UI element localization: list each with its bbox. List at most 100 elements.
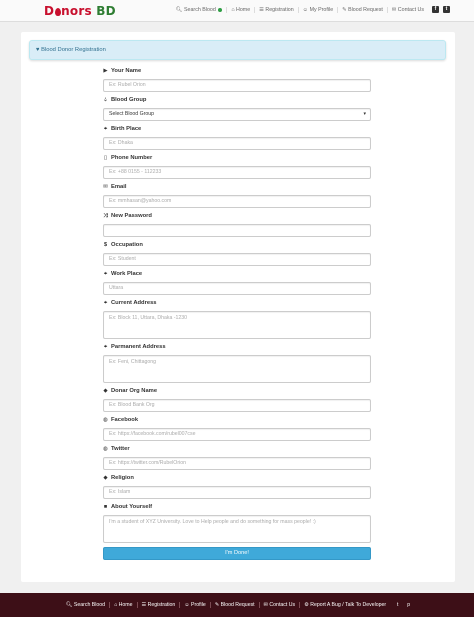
current-address-textarea[interactable]: Ex: Block 11, Uttara, Dhaka -1230 — [103, 311, 371, 339]
twitter-input[interactable]: Ex: https://twitter.com/RubelOrion — [103, 457, 371, 470]
religion-input[interactable]: Ex: Islam — [103, 486, 371, 499]
nav-home-label: Home — [236, 6, 251, 13]
user-icon: ☺ — [184, 602, 190, 608]
submit-button[interactable]: I'm Done! — [103, 547, 371, 560]
field-donar-org: ◆ Donar Org Name Ex: Blood Bank Org — [103, 387, 371, 412]
nav-contact-label: Contact Us — [397, 6, 424, 13]
envelope-icon: ✉ — [263, 602, 268, 608]
caret-down-icon: ▾ — [363, 111, 366, 117]
email-label-row: ✉ Email — [103, 183, 371, 191]
name-input[interactable]: Ex: Rubel Orion — [103, 79, 371, 92]
footer-home-label: Home — [118, 602, 133, 608]
search-icon: 🔍︎ — [175, 6, 183, 13]
org-label: Donar Org Name — [111, 388, 158, 394]
religion-label-row: ◆ Religion — [103, 474, 371, 482]
field-religion: ◆ Religion Ex: Islam — [103, 474, 371, 499]
footer-blood-request[interactable]: ✎ Blood Request — [209, 602, 259, 608]
footer-registration[interactable]: ☰ Registration — [136, 602, 180, 608]
password-label-row: ⤨ New Password — [103, 212, 371, 220]
nav-my-profile[interactable]: ☺ My Profile — [297, 6, 337, 13]
org-label-row: ◆ Donar Org Name — [103, 387, 371, 395]
twitter-label-row: ◍ Twitter — [103, 445, 371, 453]
map-marker-icon: ⌖ — [103, 300, 108, 306]
footer-bar: 🔍︎ Search Blood ⌂ Home ☰ Registration ☺ … — [0, 593, 474, 617]
online-dot-icon — [218, 7, 223, 12]
about-label-row: ■ About Yourself — [103, 503, 371, 511]
top-nav-links: 🔍︎ Search Blood ⌂ Home ☰ Registration ☺ My P… — [172, 6, 450, 13]
email-label: Email — [111, 184, 127, 190]
dollar-icon: $ — [103, 242, 108, 248]
brand-logo[interactable]: Dnors BD — [44, 4, 116, 18]
map-marker-icon: ⌖ — [103, 126, 108, 132]
map-marker-icon: ⌖ — [103, 271, 108, 277]
about-label: About Yourself — [111, 504, 153, 510]
map-marker-icon: ⌖ — [103, 344, 108, 350]
permanent-label-row: ⌖ Parmanent Address — [103, 343, 371, 351]
nav-contact-us[interactable]: ✉ Contact Us — [386, 6, 428, 13]
about-textarea[interactable]: I'm a student of XYZ University. Love to… — [103, 515, 371, 543]
mobile-icon: ▯ — [103, 155, 108, 161]
globe-icon: ◍ — [103, 417, 108, 423]
footer-registration-label: Registration — [147, 602, 176, 608]
nav-search-blood[interactable]: 🔍︎ Search Blood — [172, 7, 227, 13]
twitter-label: Twitter — [111, 446, 130, 452]
envelope-icon: ✉ — [103, 184, 108, 190]
field-birth-place: ⌖ Birth Place Ex: Dhaka — [103, 125, 371, 150]
current-label: Current Address — [111, 300, 157, 306]
footer-profile-label: Profile — [191, 602, 206, 608]
footer-profile[interactable]: ☺ Profile — [179, 602, 209, 608]
password-input[interactable] — [103, 224, 371, 237]
edit-icon: ✎ — [342, 6, 347, 13]
field-current-address: ⌖ Current Address Ex: Block 11, Uttara, D… — [103, 299, 371, 339]
edit-icon: ✎ — [214, 602, 220, 608]
facebook-input[interactable]: Ex: https://facebook.com/rubel007cse — [103, 428, 371, 441]
occupation-input[interactable]: Ex: Student — [103, 253, 371, 266]
phone-input[interactable]: Ex: +88 0155 - 112233 — [103, 166, 371, 179]
blood-group-select[interactable]: Select Blood Group ▾ — [103, 108, 371, 121]
field-permanent-address: ⌖ Parmanent Address Ex: Feni, Chittagong — [103, 343, 371, 383]
field-your-name: ▶ Your Name Ex: Rubel Orion — [103, 67, 371, 92]
blood-label-row: 💧︎ Blood Group — [103, 96, 371, 104]
footer-search-label: Search Blood — [73, 602, 106, 608]
occupation-label: Occupation — [111, 242, 143, 248]
brand-letter-d: D — [44, 4, 55, 18]
nav-blood-request[interactable]: ✎ Blood Request — [337, 6, 387, 13]
footer-request-label: Blood Request — [220, 602, 255, 608]
footer-report-bug[interactable]: ⚙ Report A Bug / Talk To Developer — [299, 602, 390, 608]
permanent-label: Parmanent Address — [111, 344, 166, 350]
email-input[interactable]: Ex: mmhasan@yahoo.com — [103, 195, 371, 208]
birth-place-input[interactable]: Ex: Dhaka — [103, 137, 371, 150]
heart-icon: ♥ — [36, 47, 40, 53]
play-icon: ▶ — [103, 68, 108, 74]
footer-search-blood[interactable]: 🔍︎ Search Blood — [62, 602, 109, 608]
permanent-address-textarea[interactable]: Ex: Feni, Chittagong — [103, 355, 371, 383]
comment-icon: ■ — [103, 504, 108, 510]
brand-suffix: BD — [96, 4, 116, 18]
facebook-icon[interactable]: f — [432, 6, 439, 13]
footer-contact-label: Contact Us — [269, 602, 296, 608]
twitter-icon[interactable]: t — [443, 6, 450, 13]
panel-title: Blood Donor Registration — [41, 47, 106, 53]
nav-request-label: Blood Request — [348, 6, 383, 13]
name-label: Your Name — [111, 68, 142, 74]
phone-label: Phone Number — [111, 155, 153, 161]
religion-label: Religion — [111, 475, 134, 481]
field-twitter: ◍ Twitter Ex: https://twitter.com/RubelOr… — [103, 445, 371, 470]
footer-contact-us[interactable]: ✉ Contact Us — [258, 602, 299, 608]
org-name-input[interactable]: Ex: Blood Bank Org — [103, 399, 371, 412]
work-place-input[interactable]: Uttara — [103, 282, 371, 295]
nav-home[interactable]: ⌂ Home — [226, 6, 254, 13]
facebook-label: Facebook — [111, 417, 139, 423]
tag-icon: ◆ — [103, 475, 108, 481]
search-icon: 🔍︎ — [65, 602, 73, 608]
tint-icon: 💧︎ — [104, 97, 107, 103]
envelope-icon: ✉ — [391, 6, 397, 13]
footer-home[interactable]: ⌂ Home — [109, 602, 136, 608]
pinterest-footer-icon[interactable]: p — [405, 602, 412, 609]
nav-registration[interactable]: ☰ Registration — [254, 6, 298, 13]
brand-word: nors — [61, 4, 92, 18]
field-about-yourself: ■ About Yourself I'm a student of XYZ Uni… — [103, 503, 371, 543]
twitter-footer-icon[interactable]: t — [394, 602, 401, 609]
tag-icon: ◆ — [103, 388, 108, 394]
list-icon: ☰ — [259, 6, 264, 13]
